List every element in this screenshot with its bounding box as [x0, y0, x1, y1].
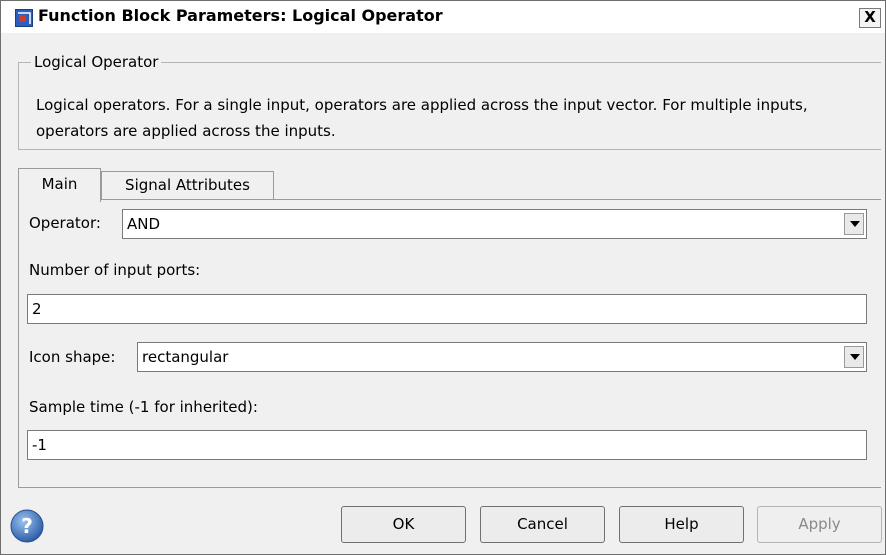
sample-time-label: Sample time (-1 for inherited):	[29, 398, 258, 416]
svg-text:?: ?	[21, 514, 33, 538]
tab-main[interactable]: Main	[18, 168, 101, 202]
operator-select[interactable]: AND	[122, 209, 867, 239]
help-button[interactable]: Help	[619, 506, 744, 543]
ok-button[interactable]: OK	[341, 506, 466, 543]
operator-dropdown-arrow[interactable]	[844, 213, 864, 235]
icon-shape-dropdown-arrow[interactable]	[844, 346, 864, 368]
close-button[interactable]: X	[859, 8, 881, 28]
operator-value: AND	[127, 215, 161, 233]
dialog-window: Function Block Parameters: Logical Opera…	[0, 0, 886, 555]
cancel-button[interactable]: Cancel	[480, 506, 605, 543]
icon-shape-select[interactable]: rectangular	[137, 342, 867, 372]
title-bar[interactable]: Function Block Parameters: Logical Opera…	[1, 1, 885, 33]
apply-button[interactable]: Apply	[757, 506, 882, 543]
icon-shape-value: rectangular	[142, 348, 229, 366]
tab-signal-attributes[interactable]: Signal Attributes	[101, 171, 274, 200]
num-input-ports-field[interactable]: 2	[27, 294, 867, 324]
tab-strip: Main Signal Attributes	[18, 168, 318, 202]
sample-time-field[interactable]: -1	[27, 430, 867, 460]
block-description: Logical operators. For a single input, o…	[36, 96, 808, 140]
help-icon[interactable]: ?	[9, 508, 45, 544]
window-title: Function Block Parameters: Logical Opera…	[38, 6, 443, 25]
group-title: Logical Operator	[31, 53, 162, 71]
operator-label: Operator:	[29, 214, 101, 232]
num-input-ports-label: Number of input ports:	[29, 261, 201, 279]
simulink-app-icon	[15, 9, 33, 27]
icon-shape-label: Icon shape:	[29, 348, 116, 366]
